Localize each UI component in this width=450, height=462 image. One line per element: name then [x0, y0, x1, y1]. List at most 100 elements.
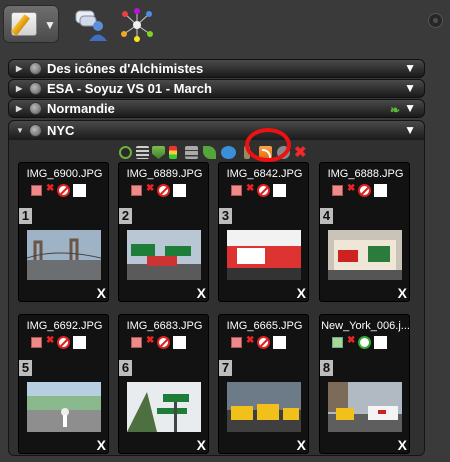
status-square-icon[interactable] [31, 337, 42, 348]
status-square-icon[interactable] [131, 337, 142, 348]
collection-title: Normandie [47, 101, 115, 116]
chevron-down-icon[interactable]: ▼ [404, 100, 416, 117]
thumbnail-filename: New_York_006.j... [321, 320, 410, 332]
collection-title: ESA - Soyuz VS 01 - March [47, 81, 212, 96]
chevron-down-icon[interactable]: ▼ [404, 80, 416, 97]
thumbnail-index: 1 [19, 208, 32, 224]
remove-button[interactable]: X [97, 437, 106, 453]
highlight-circle [245, 128, 291, 162]
thumbnail-image[interactable] [328, 382, 402, 432]
checkbox[interactable] [173, 336, 186, 349]
thumbnail-filename: IMG_6683.JPG [126, 320, 203, 332]
list-icon[interactable] [136, 146, 149, 159]
prohibited-icon[interactable] [57, 336, 70, 349]
small-x-icon[interactable]: ✖ [146, 335, 154, 346]
collection-bar-esa-soyuz[interactable]: ▶ ESA - Soyuz VS 01 - March ▼ [8, 79, 425, 98]
download-icon[interactable] [152, 146, 165, 159]
small-x-icon[interactable]: ✖ [146, 183, 154, 194]
thumbnail-card[interactable]: IMG_6888.JPG ✖ 4 X [319, 162, 410, 302]
remove-button[interactable]: X [97, 285, 106, 301]
collection-title: NYC [47, 123, 75, 138]
expand-triangle-icon[interactable]: ▶ [16, 100, 22, 117]
leaf-icon[interactable] [203, 146, 216, 159]
thumbnail-index: 5 [19, 360, 32, 376]
small-x-icon[interactable]: ✖ [246, 183, 254, 194]
publish-icon[interactable] [29, 124, 42, 137]
close-panel-button[interactable] [428, 13, 443, 28]
remove-button[interactable]: X [297, 437, 306, 453]
edit-menu-button[interactable]: ▼ [3, 5, 59, 43]
thumbnail-image[interactable] [328, 230, 402, 280]
collection-bar-nyc[interactable]: ▼ NYC ▼ [9, 121, 424, 140]
thumbnail-index: 7 [219, 360, 232, 376]
prohibited-icon[interactable] [57, 184, 70, 197]
thumbnail-card[interactable]: New_York_006.j... ✖ 8 X [319, 314, 410, 454]
thumbnail-card[interactable]: IMG_6842.JPG ✖ 3 X [218, 162, 309, 302]
publish-icon[interactable] [29, 102, 42, 115]
chat-user-icon[interactable] [74, 8, 108, 42]
status-square-icon[interactable] [231, 337, 242, 348]
checkbox[interactable] [374, 336, 387, 349]
cloud-icon[interactable] [221, 146, 236, 159]
traffic-light-icon[interactable] [169, 146, 177, 159]
leaf-icon[interactable]: ❧ [390, 102, 400, 119]
checkbox[interactable] [374, 184, 387, 197]
thumbnail-card[interactable]: IMG_6889.JPG ✖ 2 X [118, 162, 209, 302]
thumbnail-card[interactable]: IMG_6900.JPG ✖ 1 X [18, 162, 109, 302]
collapse-triangle-icon[interactable]: ▼ [16, 121, 24, 140]
circle-icon[interactable] [358, 336, 371, 349]
remove-button[interactable]: X [197, 437, 206, 453]
prohibited-icon[interactable] [257, 336, 270, 349]
small-x-icon[interactable]: ✖ [46, 335, 54, 346]
thumbnail-filename: IMG_6692.JPG [26, 320, 103, 332]
publish-icon[interactable] [29, 82, 42, 95]
publish-icon[interactable] [29, 62, 42, 75]
remove-button[interactable]: X [197, 285, 206, 301]
network-icon[interactable] [120, 8, 154, 42]
status-square-icon[interactable] [31, 185, 42, 196]
prohibited-icon[interactable] [157, 336, 170, 349]
checkbox[interactable] [173, 184, 186, 197]
collection-bar-normandie[interactable]: ▶ Normandie ❧ ▼ [8, 99, 425, 118]
thumbnail-index: 4 [320, 208, 333, 224]
thumbnail-card[interactable]: IMG_6665.JPG ✖ 7 X [218, 314, 309, 454]
remove-button[interactable]: X [398, 437, 407, 453]
thumbnail-image[interactable] [27, 382, 101, 432]
thumbnail-image[interactable] [27, 230, 101, 280]
status-square-icon[interactable] [131, 185, 142, 196]
status-square-icon[interactable] [332, 337, 343, 348]
thumbnail-image[interactable] [227, 230, 301, 280]
remove-button[interactable]: X [297, 285, 306, 301]
small-x-icon[interactable]: ✖ [347, 335, 355, 346]
small-x-icon[interactable]: ✖ [46, 183, 54, 194]
status-square-icon[interactable] [231, 185, 242, 196]
status-square-icon[interactable] [332, 185, 343, 196]
small-x-icon[interactable]: ✖ [347, 183, 355, 194]
prohibited-icon[interactable] [358, 184, 371, 197]
chevron-down-icon[interactable]: ▼ [404, 121, 416, 140]
thumbnail-filename: IMG_6842.JPG [226, 168, 303, 180]
thumbnail-controls: ✖ [131, 335, 201, 350]
expand-triangle-icon[interactable]: ▶ [16, 60, 22, 77]
prohibited-icon[interactable] [157, 184, 170, 197]
small-x-icon[interactable]: ✖ [246, 335, 254, 346]
checkbox[interactable] [73, 336, 86, 349]
stack-icon[interactable] [185, 146, 198, 159]
collection-bar-alchimistes[interactable]: ▶ Des icônes d'Alchimistes ▼ [8, 59, 425, 78]
thumbnail-card[interactable]: IMG_6683.JPG ✖ 6 X [118, 314, 209, 454]
delete-icon[interactable]: ✖ [294, 145, 307, 160]
remove-button[interactable]: X [398, 285, 407, 301]
thumbnail-image[interactable] [127, 382, 201, 432]
thumbnail-controls: ✖ [31, 183, 101, 198]
checkbox[interactable] [273, 336, 286, 349]
checkbox[interactable] [73, 184, 86, 197]
checkbox[interactable] [273, 184, 286, 197]
expand-triangle-icon[interactable]: ▶ [16, 80, 22, 97]
prohibited-icon[interactable] [257, 184, 270, 197]
thumbnail-filename: IMG_6889.JPG [126, 168, 203, 180]
chevron-down-icon[interactable]: ▼ [404, 60, 416, 77]
refresh-icon[interactable] [119, 146, 132, 159]
thumbnail-image[interactable] [227, 382, 301, 432]
thumbnail-image[interactable] [127, 230, 201, 280]
thumbnail-card[interactable]: IMG_6692.JPG ✖ 5 X [18, 314, 109, 454]
